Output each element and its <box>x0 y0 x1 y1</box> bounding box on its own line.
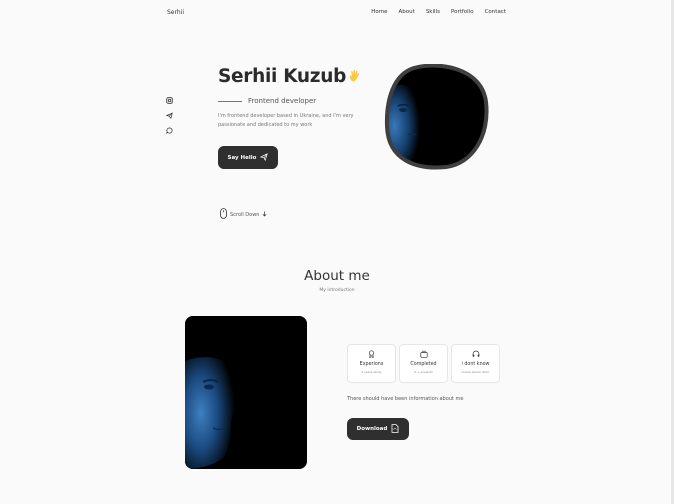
about-card-completed: Completed 0 + projects <box>399 344 448 383</box>
hero-portrait <box>384 63 489 170</box>
chat-icon[interactable] <box>166 127 173 134</box>
logo[interactable]: Serhii <box>167 9 184 16</box>
hero-name-text: Serhii Kuzub <box>218 66 347 87</box>
scroll-down-link[interactable]: Scroll Down <box>220 208 267 221</box>
card-title: i dont know <box>461 362 490 367</box>
award-icon <box>368 350 375 358</box>
nav-home[interactable]: Home <box>371 9 387 15</box>
about-description: There should have been information about… <box>347 396 464 402</box>
telegram-icon[interactable] <box>166 112 173 119</box>
social-links <box>166 97 173 134</box>
about-card-experience: Experions 1 years study <box>347 344 396 383</box>
main-nav: Home About Skills Portfolio Contact <box>371 9 506 15</box>
hero-name: Serhii Kuzub <box>218 66 362 87</box>
download-label: Download <box>356 426 388 432</box>
say-hello-button[interactable]: Say Hello <box>218 146 278 169</box>
arrow-down-icon <box>262 211 267 219</box>
card-subtitle: 1 years study <box>361 370 382 374</box>
instagram-icon[interactable] <box>166 97 173 104</box>
scroll-down-label: Scroll Down <box>230 211 260 218</box>
hero-description: I'm frontend developer based in Ukraine,… <box>218 113 354 128</box>
nav-portfolio[interactable]: Portfolio <box>451 9 474 15</box>
hero-subtitle: Frontend developer <box>248 97 317 105</box>
card-title: Experions <box>359 362 384 367</box>
wave-icon <box>348 66 362 87</box>
card-subtitle: Lorem ipsum dolor <box>461 370 490 374</box>
about-title: About me <box>304 268 370 284</box>
nav-about[interactable]: About <box>399 9 415 15</box>
card-title: Completed <box>410 362 437 367</box>
subtitle-divider <box>218 101 242 102</box>
briefcase-icon <box>419 350 428 358</box>
about-cards: Experions 1 years study Completed 0 + pr… <box>347 344 500 383</box>
download-button[interactable]: Download <box>347 418 409 440</box>
nav-skills[interactable]: Skills <box>426 9 440 15</box>
about-card-support: i dont know Lorem ipsum dolor <box>451 344 500 383</box>
say-hello-label: Say Hello <box>227 154 257 161</box>
send-icon <box>260 152 269 163</box>
mouse-icon <box>220 208 227 221</box>
about-portrait <box>185 316 307 469</box>
file-icon <box>391 423 399 435</box>
headset-icon <box>472 350 480 358</box>
card-subtitle: 0 + projects <box>414 370 433 374</box>
about-subtitle: My introduction <box>319 288 355 293</box>
nav-contact[interactable]: Contact <box>485 9 506 15</box>
